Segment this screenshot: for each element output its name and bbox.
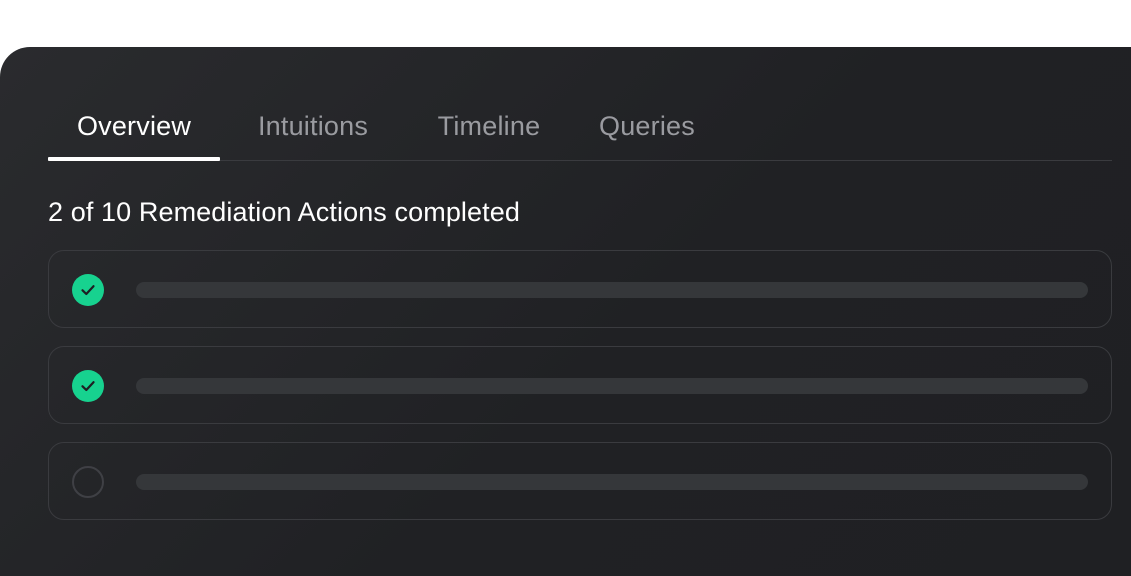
remediation-action-item[interactable]: [48, 250, 1112, 328]
tab-overview[interactable]: Overview: [48, 108, 220, 161]
tab-timeline[interactable]: Timeline: [406, 108, 572, 160]
remediation-action-item[interactable]: [48, 442, 1112, 520]
check-circle-icon[interactable]: [72, 370, 104, 402]
checkmark-icon: [81, 285, 95, 296]
remediation-action-item[interactable]: [48, 346, 1112, 424]
tab-intuitions[interactable]: Intuitions: [220, 108, 406, 160]
remediation-action-list: [48, 250, 1112, 538]
action-text-placeholder: [136, 282, 1088, 298]
tab-bar: Overview Intuitions Timeline Queries: [48, 108, 1112, 161]
remediation-summary: 2 of 10 Remediation Actions completed: [48, 197, 520, 227]
checkmark-icon: [81, 381, 95, 392]
action-text-placeholder: [136, 378, 1088, 394]
empty-circle-icon[interactable]: [72, 466, 104, 498]
tab-queries[interactable]: Queries: [572, 108, 722, 160]
check-circle-icon[interactable]: [72, 274, 104, 306]
action-text-placeholder: [136, 474, 1088, 490]
